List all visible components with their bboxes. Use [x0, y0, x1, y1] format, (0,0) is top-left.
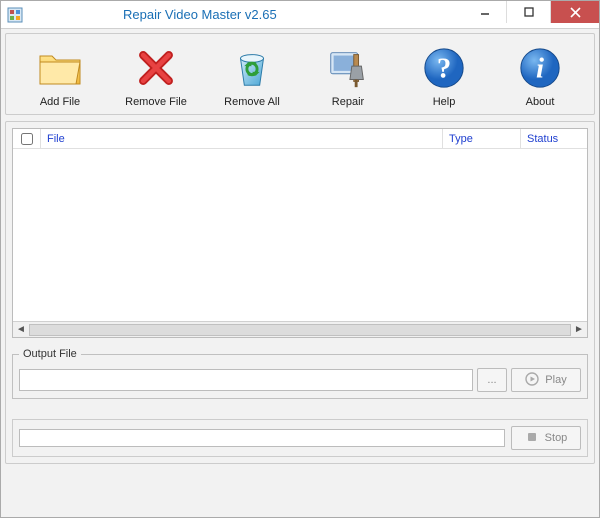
main-panel: File Type Status ◄ ► Output File ... — [5, 121, 595, 464]
repair-label: Repair — [332, 96, 364, 108]
column-type[interactable]: Type — [443, 129, 521, 148]
close-button[interactable] — [551, 1, 599, 23]
scroll-left-icon[interactable]: ◄ — [13, 322, 29, 338]
play-label: Play — [545, 374, 566, 386]
stop-button[interactable]: Stop — [511, 426, 581, 450]
window-buttons — [463, 1, 599, 23]
horizontal-scrollbar[interactable]: ◄ ► — [13, 321, 587, 337]
column-checkbox[interactable] — [13, 129, 41, 148]
help-label: Help — [433, 96, 456, 108]
file-list[interactable]: File Type Status ◄ ► — [12, 128, 588, 338]
window-title: Repair Video Master v2.65 — [123, 7, 277, 22]
remove-file-label: Remove File — [125, 96, 187, 108]
info-icon: i — [516, 44, 564, 92]
remove-file-button[interactable]: Remove File — [116, 44, 196, 108]
scroll-track[interactable] — [29, 323, 571, 337]
remove-all-button[interactable]: Remove All — [212, 44, 292, 108]
scroll-right-icon[interactable]: ► — [571, 322, 587, 338]
about-button[interactable]: i About — [500, 44, 580, 108]
folder-add-icon — [36, 44, 84, 92]
scroll-thumb[interactable] — [29, 324, 571, 336]
play-button[interactable]: Play — [511, 368, 581, 392]
x-red-icon — [132, 44, 180, 92]
help-button[interactable]: ? Help — [404, 44, 484, 108]
column-file[interactable]: File — [41, 129, 443, 148]
list-body[interactable] — [13, 149, 587, 321]
remove-all-label: Remove All — [224, 96, 280, 108]
minimize-button[interactable] — [463, 1, 507, 23]
progress-bar — [19, 429, 505, 447]
output-file-group: Output File ... Play — [12, 348, 588, 399]
output-path-input[interactable] — [19, 369, 473, 391]
play-icon — [525, 372, 539, 389]
progress-area: Stop — [12, 419, 588, 457]
stop-icon — [525, 430, 539, 447]
browse-button[interactable]: ... — [477, 368, 507, 392]
output-file-legend: Output File — [19, 348, 81, 360]
select-all-checkbox[interactable] — [21, 133, 33, 145]
about-label: About — [526, 96, 555, 108]
add-file-button[interactable]: Add File — [20, 44, 100, 108]
title-bar: Repair Video Master v2.65 — [1, 1, 599, 29]
svg-text:?: ? — [437, 53, 451, 85]
maximize-button[interactable] — [507, 1, 551, 23]
svg-text:i: i — [536, 53, 544, 85]
column-status[interactable]: Status — [521, 129, 587, 148]
repair-button[interactable]: Repair — [308, 44, 388, 108]
toolbar: Add File Remove File — [5, 33, 595, 115]
trash-icon — [228, 44, 276, 92]
repair-tools-icon — [324, 44, 372, 92]
stop-label: Stop — [545, 432, 568, 444]
app-icon — [7, 7, 23, 23]
add-file-label: Add File — [40, 96, 80, 108]
question-icon: ? — [420, 44, 468, 92]
list-header: File Type Status — [13, 129, 587, 149]
